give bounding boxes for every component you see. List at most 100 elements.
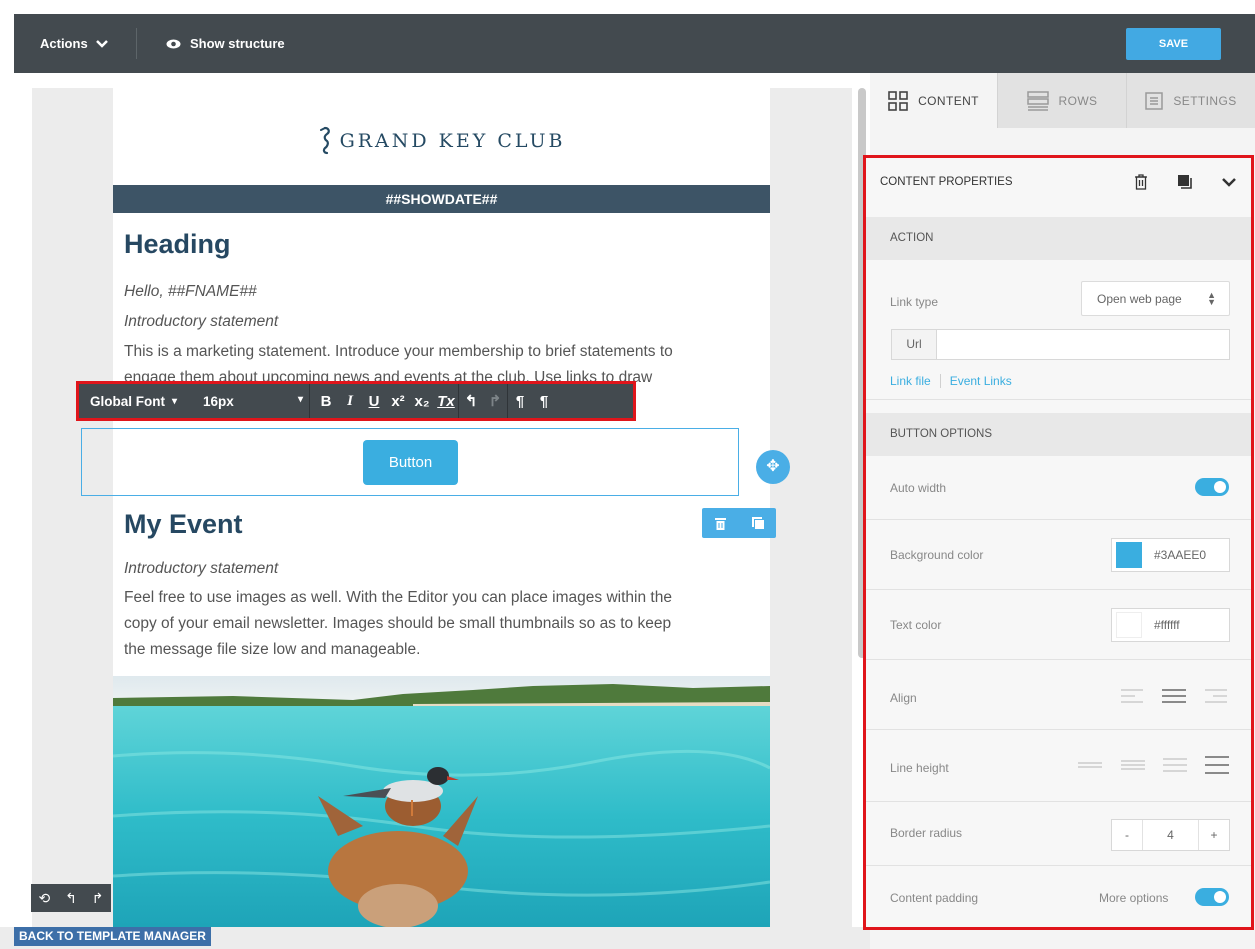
font-size-value: 16px xyxy=(203,393,234,409)
logo-text: GRAND KEY CLUB xyxy=(339,130,566,152)
more-options-label: More options xyxy=(1099,891,1169,905)
text-color-value: #ffffff xyxy=(1154,618,1180,632)
ltr-direction-icon[interactable]: ¶ xyxy=(508,393,532,410)
border-radius-label: Border radius xyxy=(890,826,963,840)
button-block-selected[interactable]: Button xyxy=(81,428,739,496)
auto-width-label: Auto width xyxy=(890,481,947,495)
save-button[interactable]: SAVE xyxy=(1126,28,1221,60)
sort-arrows-icon: ▲ ▼ xyxy=(1207,289,1216,307)
email-button[interactable]: Button xyxy=(363,440,458,485)
rows-icon xyxy=(1026,90,1049,111)
back-to-template-manager-button[interactable]: BACK TO TEMPLATE MANAGER xyxy=(14,927,211,946)
caret-down-icon: ▾ xyxy=(297,393,303,405)
chevron-down-icon xyxy=(1222,178,1236,187)
text-color-label: Text color xyxy=(890,618,942,632)
align-left-icon[interactable] xyxy=(1121,688,1143,704)
move-handle-icon[interactable]: ✥ xyxy=(756,450,790,484)
font-family-select[interactable]: Global Font ▾ xyxy=(79,394,193,409)
line-height-medium-icon[interactable] xyxy=(1163,757,1187,773)
text-color-row: Text color #ffffff xyxy=(866,590,1251,660)
body-text-1-line1: This is a marketing statement. Introduce… xyxy=(124,343,673,360)
line-height-large-icon[interactable] xyxy=(1205,756,1229,774)
link-type-label: Link type xyxy=(890,295,939,309)
seahorse-logo-icon xyxy=(319,126,330,155)
subscript-button[interactable]: x₂ xyxy=(410,393,434,410)
border-radius-value[interactable]: 4 xyxy=(1142,820,1199,850)
properties-title: CONTENT PROPERTIES xyxy=(880,176,1013,188)
tab-content-label: CONTENT xyxy=(918,93,979,108)
link-file-link[interactable]: Link file xyxy=(890,374,931,388)
logo-block[interactable]: GRAND KEY CLUB xyxy=(113,118,770,164)
collapse-panel-button[interactable] xyxy=(1207,158,1251,206)
more-options-toggle[interactable] xyxy=(1195,888,1229,906)
text-color-swatch xyxy=(1116,612,1142,638)
block-actions xyxy=(702,508,776,538)
border-radius-decrement[interactable]: - xyxy=(1112,820,1142,850)
background-color-picker[interactable]: #3AAEE0 xyxy=(1111,538,1230,572)
duplicate-block-button[interactable] xyxy=(739,508,776,538)
delete-content-button[interactable] xyxy=(1119,158,1163,206)
italic-button[interactable]: I xyxy=(338,393,362,410)
tab-content[interactable]: CONTENT xyxy=(870,73,997,128)
redo-icon[interactable]: ↱ xyxy=(92,890,104,907)
content-properties-panel: CONTENT PROPERTIES ACTION Link type Open… xyxy=(863,155,1254,930)
greeting-text[interactable]: Hello, ##FNAME## xyxy=(124,283,257,301)
body-text-2-line3: the message file size low and manageable… xyxy=(124,641,421,658)
align-label: Align xyxy=(890,691,917,705)
align-center-icon[interactable] xyxy=(1162,688,1186,704)
intro-text-1[interactable]: Introductory statement xyxy=(124,313,278,331)
font-family-value: Global Font xyxy=(90,393,165,409)
tab-rows[interactable]: ROWS xyxy=(997,73,1126,128)
toolbar-divider xyxy=(136,28,137,59)
properties-header-actions xyxy=(1119,158,1251,206)
undo-icon[interactable]: ↰ xyxy=(459,392,483,410)
body-text-2-line1: Feel free to use images as well. With th… xyxy=(124,589,672,606)
trash-icon xyxy=(715,517,726,530)
url-input[interactable] xyxy=(937,330,1229,359)
beach-pig-image[interactable] xyxy=(113,676,770,927)
superscript-button[interactable]: x² xyxy=(386,393,410,410)
underline-button[interactable]: U xyxy=(362,393,386,410)
delete-block-button[interactable] xyxy=(702,508,739,538)
tab-rows-label: ROWS xyxy=(1058,93,1098,108)
redo-icon[interactable]: ↱ xyxy=(483,392,507,410)
content-padding-label: Content padding xyxy=(890,891,979,905)
grid-icon xyxy=(888,90,908,111)
background-color-swatch xyxy=(1116,542,1142,568)
content-padding-row: Content padding More options xyxy=(866,866,1251,927)
actions-label: Actions xyxy=(40,36,88,51)
url-field: Url xyxy=(891,329,1230,360)
border-radius-stepper: - 4 + xyxy=(1111,819,1230,851)
event-links-link[interactable]: Event Links xyxy=(950,374,1012,388)
heading-2[interactable]: My Event xyxy=(124,509,243,540)
canvas-scrollbar[interactable] xyxy=(858,88,866,658)
undo-icon[interactable]: ↰ xyxy=(65,890,77,907)
history-controls: ⟲ ↰ ↱ xyxy=(31,884,111,912)
history-icon[interactable]: ⟲ xyxy=(38,890,50,907)
font-size-select[interactable]: 16px ▾ xyxy=(193,394,309,409)
action-section-header: ACTION xyxy=(866,217,1251,260)
duplicate-content-button[interactable] xyxy=(1163,158,1207,206)
show-structure-button[interactable]: Show structure xyxy=(166,14,285,73)
border-radius-increment[interactable]: + xyxy=(1199,820,1229,850)
text-color-picker[interactable]: #ffffff xyxy=(1111,608,1230,642)
line-height-normal-icon[interactable] xyxy=(1121,757,1145,773)
rtl-direction-icon[interactable]: ¶ xyxy=(532,393,556,410)
line-height-small-icon[interactable] xyxy=(1078,757,1102,773)
actions-menu[interactable]: Actions xyxy=(40,14,108,73)
text-format-toolbar: Global Font ▾ 16px ▾ B I U x² x₂ Tx ↰ ↱ … xyxy=(76,381,636,421)
link-type-select[interactable]: Open web page ▲ ▼ xyxy=(1081,281,1230,316)
background-color-row: Background color #3AAEE0 xyxy=(866,520,1251,590)
clear-format-button[interactable]: Tx xyxy=(434,393,458,410)
trash-icon xyxy=(1135,174,1147,190)
showdate-bar[interactable]: ##SHOWDATE## xyxy=(113,185,770,213)
auto-width-toggle[interactable] xyxy=(1195,478,1229,496)
intro-text-2[interactable]: Introductory statement xyxy=(124,560,278,578)
bold-button[interactable]: B xyxy=(314,393,338,410)
body-text-2[interactable]: Feel free to use images as well. With th… xyxy=(124,585,764,663)
pig-seagull-photo xyxy=(113,676,770,927)
heading-1[interactable]: Heading xyxy=(124,229,231,260)
align-right-icon[interactable] xyxy=(1205,688,1227,704)
tab-settings[interactable]: SETTINGS xyxy=(1126,73,1255,128)
align-row: Align xyxy=(866,660,1251,730)
